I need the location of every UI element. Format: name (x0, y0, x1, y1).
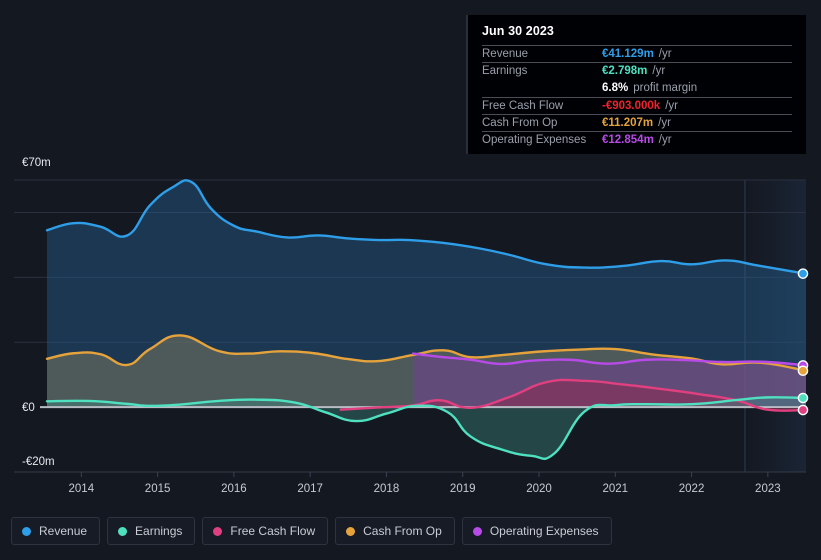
x-axis-tick-label: 2020 (526, 483, 552, 495)
tooltip-row-label: Operating Expenses (482, 134, 587, 147)
tooltip-row: Earnings €2.798m/yr (482, 62, 792, 79)
tooltip-row-value: -€903.000k (602, 99, 661, 112)
tooltip-row-label: Revenue (482, 48, 529, 61)
hover-tooltip: Jun 30 2023 Revenue €41.129m/yr Earnings €2… (466, 15, 806, 155)
tooltip-row: Cash From Op €11.207m/yr (482, 113, 792, 131)
x-axis-tick-label: 2022 (679, 483, 705, 495)
legend-item-free-cash-flow[interactable]: Free Cash Flow (202, 517, 329, 545)
legend-item-operating-expenses[interactable]: Operating Expenses (461, 517, 612, 545)
tooltip-row-label: Free Cash Flow (482, 99, 564, 112)
x-axis-tick-label: 2016 (221, 483, 247, 495)
tooltip-row-value: 6.8% (602, 81, 629, 94)
chart-screenshot: { "tooltip": { "date": "Jun 30 2023", "r… (0, 0, 821, 560)
legend-item-label: Cash From Op (363, 524, 442, 538)
x-axis-tick-label: 2017 (297, 483, 323, 495)
x-axis: 2014 2015 2016 2017 2018 2019 2020 2021 2022 2023 (14, 471, 806, 495)
tooltip-row: Revenue €41.129m/yr (482, 45, 792, 62)
tooltip-row-value: €11.207m (602, 116, 654, 129)
tooltip-row-unit: /yr (652, 65, 666, 78)
tooltip-date: Jun 30 2023 (482, 24, 554, 38)
x-axis-tick-label: 2021 (602, 483, 628, 495)
tooltip-row-unit: /yr (658, 116, 671, 129)
tooltip-row-label: Cash From Op (482, 116, 558, 129)
tooltip-row-value: €41.129m (602, 48, 654, 61)
legend-item-label: Operating Expenses (489, 524, 599, 538)
x-axis-tick-label: 2023 (755, 483, 781, 495)
tooltip-row-unit: /yr (658, 48, 672, 61)
tooltip-row: Operating Expenses €12.854m/yr (482, 130, 792, 148)
legend-item-label: Revenue (39, 524, 88, 538)
series-areas (47, 180, 806, 459)
legend-item-cash-from-op[interactable]: Cash From Op (335, 517, 455, 545)
y-axis-tick-label: €70m (22, 157, 51, 169)
legend-color-dot-icon (118, 526, 128, 536)
x-axis-tick-label: 2018 (374, 483, 400, 495)
legend-item-earnings[interactable]: Earnings (107, 517, 196, 545)
tooltip-row: Free Cash Flow -€903.000k/yr (482, 96, 792, 114)
x-axis-tick-label: 2019 (450, 483, 476, 495)
legend-color-dot-icon (213, 526, 223, 536)
legend-item-label: Earnings (135, 524, 183, 538)
tooltip-row-unit: /yr (658, 134, 672, 147)
y-axis-tick-label: -€20m (22, 456, 55, 468)
tooltip-row-unit: profit margin (633, 81, 698, 94)
tooltip-row-label: Earnings (482, 65, 528, 78)
tooltip-row-value: €12.854m (602, 134, 654, 147)
x-axis-tick-label: 2014 (69, 483, 95, 495)
tooltip-row-unit: /yr (665, 99, 678, 112)
legend-item-revenue[interactable]: Revenue (11, 517, 101, 545)
legend-item-label: Free Cash Flow (230, 524, 316, 538)
legend-color-dot-icon (22, 526, 31, 536)
legend-color-dot-icon (472, 526, 482, 536)
chart-legend[interactable]: Revenue Earnings Free Cash Flow Cash From O… (11, 517, 612, 545)
legend-color-dot-icon (346, 526, 356, 536)
x-axis-tick-label: 2015 (145, 483, 171, 495)
tooltip-rows: Revenue €41.129m/yr Earnings €2.798m/yr 6.8… (482, 45, 792, 148)
tooltip-row-label (482, 82, 602, 94)
tooltip-row: 6.8% profit margin (482, 79, 792, 96)
tooltip-row-value: €2.798m (602, 65, 648, 78)
y-axis-tick-label: €0 (22, 402, 35, 414)
